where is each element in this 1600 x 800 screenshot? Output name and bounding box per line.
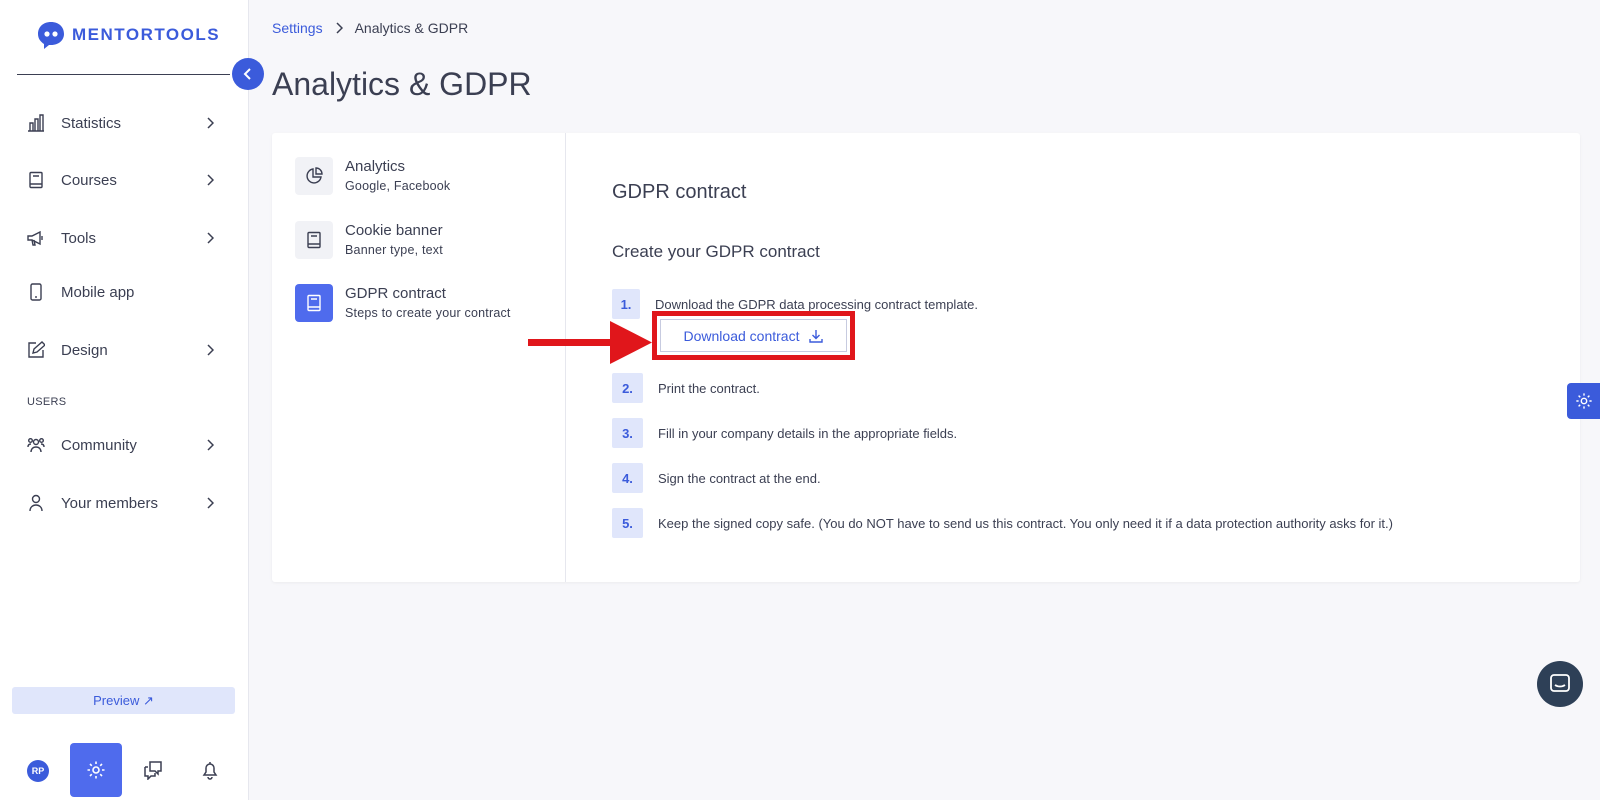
- step-4: 4. Sign the contract at the end.: [612, 463, 821, 493]
- book-icon: [307, 294, 321, 312]
- menu-title: Cookie banner: [345, 222, 443, 239]
- download-contract-label: Download contract: [683, 327, 800, 344]
- menu-title: GDPR contract: [345, 285, 446, 302]
- menu-subtitle: Banner type, text: [345, 243, 443, 257]
- download-icon: [809, 329, 824, 343]
- bar-chart-icon: [28, 114, 44, 132]
- sidebar-item-label: Courses: [61, 171, 117, 189]
- chevron-right-icon: [336, 22, 343, 34]
- floating-settings-button[interactable]: [1567, 383, 1600, 419]
- sidebar-item-community[interactable]: Community: [0, 425, 249, 465]
- settings-menu-gdpr-contract[interactable]: GDPR contract Steps to create your contr…: [295, 284, 555, 324]
- step-number: 5.: [612, 508, 643, 538]
- sidebar-divider: [17, 74, 230, 75]
- chat-bubbles-icon[interactable]: [143, 760, 163, 780]
- settings-menu-cookie-banner[interactable]: Cookie banner Banner type, text: [295, 221, 555, 261]
- step-number: 4.: [612, 463, 643, 493]
- breadcrumb-current: Analytics & GDPR: [354, 20, 469, 36]
- gear-icon: [87, 761, 105, 779]
- sidebar-item-label: Statistics: [61, 114, 122, 132]
- logo[interactable]: MENTORTOOLS: [36, 20, 220, 50]
- phone-icon: [30, 283, 42, 301]
- menu-title: Analytics: [345, 158, 406, 175]
- avatar[interactable]: RP: [27, 760, 49, 782]
- book-icon: [29, 171, 43, 189]
- sidebar-collapse-button[interactable]: [232, 58, 264, 90]
- settings-menu-analytics[interactable]: Analytics Google, Facebook: [295, 157, 555, 197]
- chevron-right-icon: [207, 497, 214, 509]
- step-text: Print the contract.: [658, 380, 760, 396]
- settings-card: Analytics Google, Facebook Cookie banner…: [272, 133, 1580, 582]
- download-contract-button[interactable]: Download contract: [660, 319, 847, 352]
- sidebar-item-label: Tools: [61, 229, 97, 247]
- step-text: Download the GDPR data processing contra…: [655, 296, 979, 312]
- bell-icon[interactable]: [200, 760, 220, 780]
- menu-subtitle: Google, Facebook: [345, 179, 451, 193]
- pencil-icon: [28, 341, 45, 358]
- chevron-right-icon: [207, 344, 214, 356]
- step-text: Keep the signed copy safe. (You do NOT h…: [658, 515, 1393, 531]
- download-highlight-box: Download contract: [652, 311, 855, 360]
- chevron-right-icon: [207, 174, 214, 186]
- step-text: Sign the contract at the end.: [658, 470, 821, 486]
- sidebar-bottom-bar: RP: [0, 743, 249, 798]
- breadcrumb: Settings Analytics & GDPR: [272, 20, 468, 36]
- red-arrow-annotation: [528, 321, 652, 364]
- settings-button[interactable]: [70, 743, 122, 797]
- people-icon: [27, 438, 45, 453]
- breadcrumb-settings-link[interactable]: Settings: [272, 20, 323, 36]
- chat-widget-button[interactable]: [1537, 661, 1583, 707]
- gear-icon: [1575, 393, 1592, 409]
- step-number: 2.: [612, 373, 643, 403]
- step-2: 2. Print the contract.: [612, 373, 760, 403]
- sidebar-section-users: USERS: [27, 396, 67, 408]
- sidebar-item-label: Your members: [61, 494, 158, 512]
- sidebar-item-your-members[interactable]: Your members: [0, 483, 249, 523]
- sidebar-item-courses[interactable]: Courses: [0, 160, 249, 200]
- step-number: 3.: [612, 418, 643, 448]
- page-title: Analytics & GDPR: [272, 66, 532, 102]
- chevron-right-icon: [207, 439, 214, 451]
- preview-button[interactable]: Preview ↗: [12, 687, 235, 714]
- sidebar-item-label: Design: [61, 341, 108, 359]
- menu-icon-box: [295, 157, 333, 195]
- sidebar-item-statistics[interactable]: Statistics: [0, 103, 249, 143]
- book-icon: [307, 231, 321, 249]
- robot-logo-icon: [38, 22, 64, 49]
- chat-icon: [1550, 674, 1570, 692]
- sidebar-item-tools[interactable]: Tools: [0, 218, 249, 258]
- megaphone-icon: [27, 230, 43, 246]
- menu-icon-box: [295, 284, 333, 322]
- chevron-right-icon: [207, 117, 214, 129]
- step-3: 3. Fill in your company details in the a…: [612, 418, 957, 448]
- sidebar-item-design[interactable]: Design: [0, 330, 249, 370]
- menu-subtitle: Steps to create your contract: [345, 306, 511, 320]
- step-number: 1.: [612, 289, 640, 319]
- step-5: 5. Keep the signed copy safe. (You do NO…: [612, 508, 1393, 538]
- gdpr-section-subtitle: Create your GDPR contract: [612, 242, 820, 261]
- sidebar: MENTORTOOLS Statistics Courses Tools Mob…: [0, 0, 249, 800]
- user-icon: [29, 494, 43, 512]
- chevron-left-icon: [243, 68, 251, 80]
- gdpr-section-title: GDPR contract: [612, 181, 747, 203]
- sidebar-item-mobile-app[interactable]: Mobile app: [0, 272, 249, 312]
- chevron-right-icon: [207, 232, 214, 244]
- sidebar-item-label: Mobile app: [61, 283, 135, 301]
- sidebar-item-label: Community: [61, 436, 137, 454]
- brand-name: MENTORTOOLS: [72, 25, 221, 44]
- menu-icon-box: [295, 221, 333, 259]
- pie-chart-icon: [306, 167, 323, 184]
- step-text: Fill in your company details in the appr…: [658, 425, 958, 441]
